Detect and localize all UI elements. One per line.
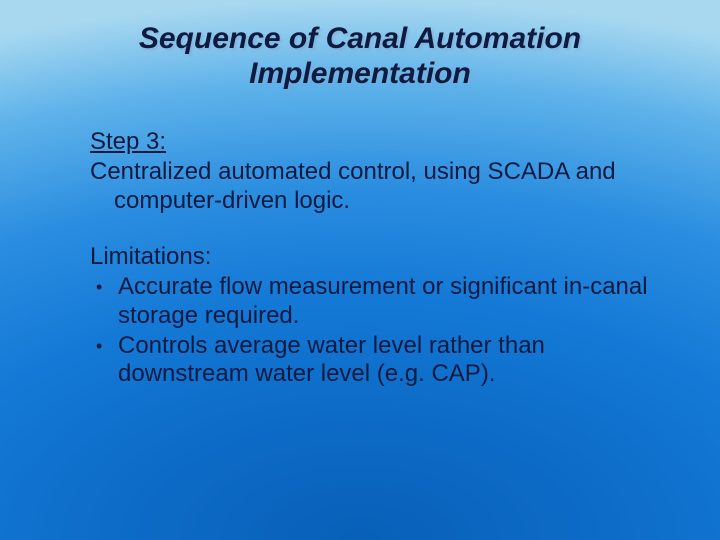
list-item-text: Accurate flow measurement or significant… <box>118 273 648 328</box>
slide-body: Step 3: Centralized automated control, u… <box>90 128 660 391</box>
limitations-label: Limitations: <box>90 243 660 271</box>
slide: Sequence of Canal Automation Implementat… <box>0 0 720 540</box>
step-label: Step 3: <box>90 128 660 156</box>
limitations-list: Accurate flow measurement or significant… <box>90 273 660 388</box>
step-description: Centralized automated control, using SCA… <box>90 158 660 215</box>
list-item: Accurate flow measurement or significant… <box>90 273 660 330</box>
list-item: Controls average water level rather than… <box>90 332 660 389</box>
step-description-text: Centralized automated control, using SCA… <box>90 158 660 215</box>
slide-title: Sequence of Canal Automation Implementat… <box>0 22 720 91</box>
list-item-text: Controls average water level rather than… <box>118 332 545 387</box>
